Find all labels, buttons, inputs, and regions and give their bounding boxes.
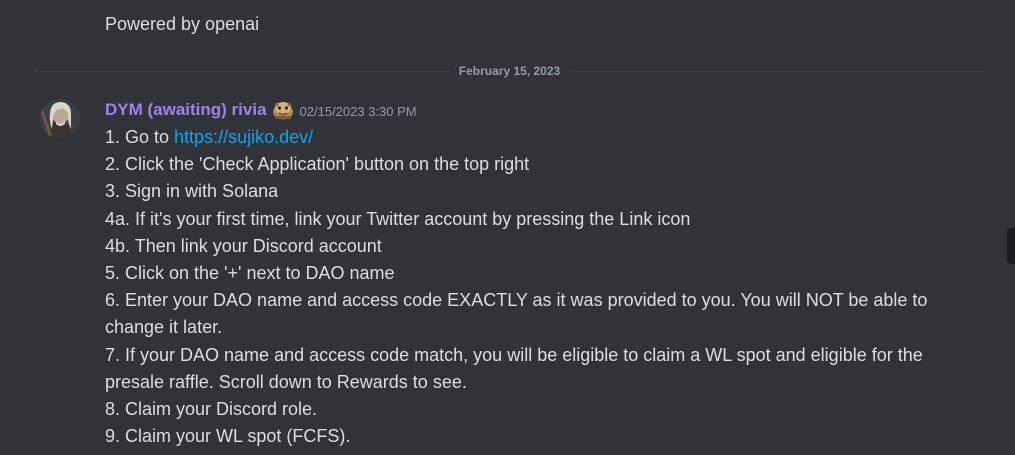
message-line: 9. Claim your WL spot (FCFS). (105, 426, 351, 447)
previous-message-text: Powered by openai (105, 14, 260, 34)
message-header: DYM (awaiting) rivia 02/15/2023 3:30 PM (105, 99, 417, 121)
avatar[interactable] (40, 99, 80, 139)
message-line: 7. If your DAO name and access code matc… (105, 344, 923, 392)
message-line: 4b. Then link your Discord account (105, 235, 382, 256)
message-line: 2. Click the 'Check Application' button … (105, 154, 530, 175)
message-line: 6. Enter your DAO name and access code E… (105, 290, 928, 338)
custom-emoji-icon[interactable] (272, 100, 294, 120)
message-line: 4a. If it's your first time, link your T… (105, 208, 691, 229)
date-divider-label: February 15, 2023 (448, 63, 571, 79)
line-prefix: 1. Go to (105, 127, 175, 147)
username[interactable]: DYM (awaiting) rivia (105, 100, 267, 120)
message-line: 5. Click on the '+' next to DAO name (105, 263, 395, 284)
date-divider: February 15, 2023 (34, 63, 985, 79)
message-line: 1. Go to https://sujiko.dev/ (105, 124, 985, 151)
scrollbar-thumb[interactable] (1007, 228, 1015, 264)
message-line: 8. Claim your Discord role. (105, 399, 318, 420)
message-timestamp: 02/15/2023 3:30 PM (299, 104, 417, 119)
message-link[interactable]: https://sujiko.dev/ (174, 127, 313, 147)
message-content: 1. Go to https://sujiko.dev/ 2. Click th… (105, 124, 985, 450)
message-line: 3. Sign in with Solana (105, 181, 279, 202)
avatar-image (40, 99, 80, 139)
